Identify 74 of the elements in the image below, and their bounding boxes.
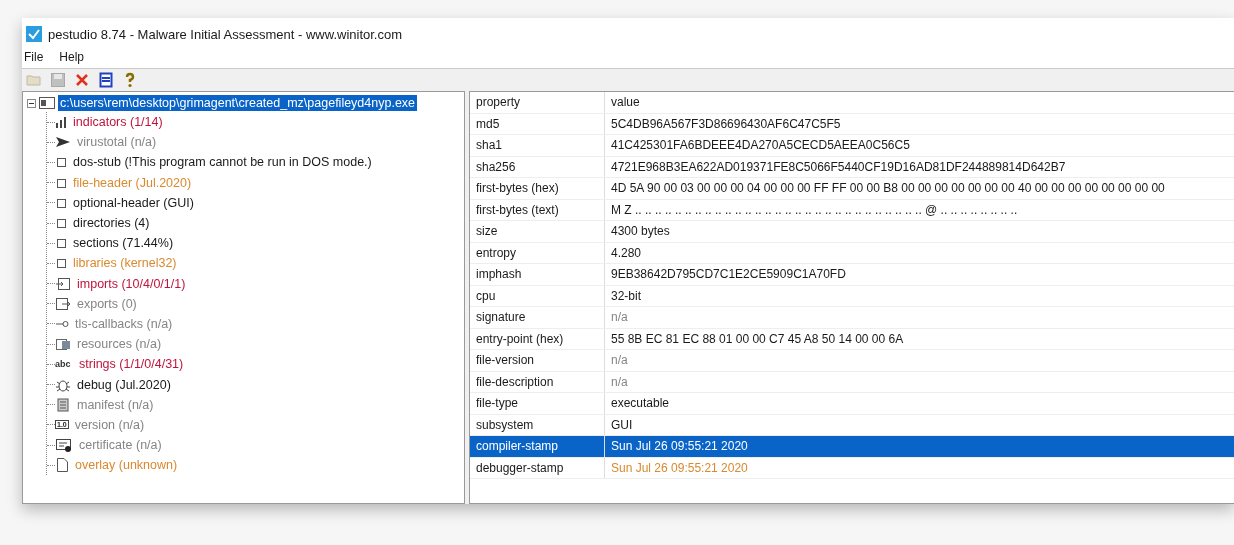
tree-item[interactable]: manifest (n/a)	[77, 397, 154, 412]
menu-item[interactable]: Help	[57, 50, 87, 64]
list-icon[interactable]	[98, 72, 114, 88]
table-cell: first-bytes (text)	[470, 199, 605, 221]
bar-chart-icon	[55, 115, 67, 130]
close-icon[interactable]	[74, 72, 90, 88]
table-cell: entropy	[470, 242, 605, 264]
table-cell: 4300 bytes	[604, 220, 1234, 242]
tree-item[interactable]: dos-stub (!This program cannot be run in DOS mode.)	[73, 155, 372, 170]
tree-item[interactable]: exports (0)	[77, 296, 137, 311]
app-icon	[26, 26, 42, 42]
column-header[interactable]: value	[604, 92, 1234, 113]
file-icon	[39, 97, 55, 109]
table-cell: cpu	[470, 285, 605, 307]
import-icon	[55, 276, 71, 291]
table-cell: Sun Jul 26 09:55:21 2020	[604, 435, 1234, 457]
table-cell: file-description	[470, 371, 605, 393]
table-cell: compiler-stamp	[470, 435, 605, 457]
table-cell: 5C4DB96A567F3D86696430AF6C47C5F5	[604, 113, 1234, 135]
table-cell: 55 8B EC 81 EC 88 01 00 00 C7 45 A8 50 14 00 00 6A	[604, 328, 1234, 350]
collapse-icon[interactable]	[27, 98, 36, 108]
certificate-icon	[55, 438, 73, 453]
table-cell: 4D 5A 90 00 03 00 00 00 04 00 00 00 FF FF 00 00 B8 00 00 00 00 00 00 00 40 00 00 00 00 00 00 00 00	[604, 177, 1234, 199]
tree-item[interactable]: imports (10/4/0/1/1)	[77, 276, 186, 291]
table-cell: debugger-stamp	[470, 457, 605, 479]
tree-item[interactable]: version (n/a)	[74, 417, 145, 432]
document-icon	[55, 397, 71, 412]
window-title: pestudio 8.74 - Malware Initial Assessment - www.winitor.com	[48, 26, 403, 42]
export-icon	[55, 296, 71, 311]
tree-item[interactable]: strings (1/1/0/4/31)	[79, 357, 184, 372]
table-cell: 9EB38642D795CD7C1E2CE5909C1A70FD	[604, 263, 1234, 285]
menu-item[interactable]: File	[22, 50, 46, 64]
table-cell: subsystem	[470, 414, 605, 436]
table-cell: file-version	[470, 349, 605, 371]
tree-item[interactable]: debug (Jul.2020)	[77, 377, 171, 392]
table-cell: sha1	[470, 134, 605, 156]
table-cell: 32-bit	[604, 285, 1234, 307]
tree-item[interactable]: directories (4)	[73, 216, 150, 231]
square-icon	[55, 256, 67, 271]
page-icon	[55, 458, 69, 473]
table-cell: 4.280	[604, 242, 1234, 264]
square-icon	[55, 155, 67, 170]
tree-item[interactable]: virustotal (n/a)	[77, 135, 157, 150]
table-cell: n/a	[604, 371, 1234, 393]
table-cell: first-bytes (hex)	[470, 177, 605, 199]
tree-item[interactable]: optional-header (GUI)	[73, 195, 194, 210]
tree-item[interactable]: sections (71.44%)	[73, 236, 174, 251]
tree-item[interactable]: certificate (n/a)	[79, 438, 162, 453]
tree-item[interactable]: tls-callbacks (n/a)	[75, 316, 173, 331]
table-cell: executable	[604, 392, 1234, 414]
table-cell: signature	[470, 306, 605, 328]
table-cell: file-type	[470, 392, 605, 414]
table-cell: imphash	[470, 263, 605, 285]
bug-icon	[55, 377, 71, 392]
tree-item[interactable]: indicators (1/14)	[73, 115, 163, 130]
table-cell: GUI	[604, 414, 1234, 436]
table-cell: size	[470, 220, 605, 242]
table-cell: n/a	[604, 306, 1234, 328]
table-cell: 4721E968B3EA622AD019371FE8C5066F5440CF19D16AD81DF244889814D642B7	[604, 156, 1234, 178]
square-icon	[55, 216, 67, 231]
table-cell: n/a	[604, 349, 1234, 371]
image-icon	[55, 337, 71, 352]
text-icon: abc	[55, 359, 73, 370]
tree-item[interactable]: resources (n/a)	[77, 337, 162, 352]
table-cell: md5	[470, 113, 605, 135]
table-cell: sha256	[470, 156, 605, 178]
table-cell: 41C425301FA6BDEEE4DA270A5CECD5AEEA0C56C5	[604, 134, 1234, 156]
table-cell: entry-point (hex)	[470, 328, 605, 350]
square-icon	[55, 236, 67, 251]
table-cell: Sun Jul 26 09:55:21 2020	[604, 457, 1234, 479]
column-header[interactable]: property	[470, 92, 605, 113]
table-cell: M Z .. .. .. .. .. .. .. .. .. .. .. .. .. .. .. .. .. .. .. .. .. .. .. .. .. .. .. .. .. @ .. .. .. .. .. .. .. ..	[604, 199, 1234, 221]
tree-item[interactable]: c:\users\rem\desktop\grimagent\created_mz\pagefileyd4nyp.exe	[58, 95, 418, 111]
arrow-icon	[55, 135, 71, 150]
